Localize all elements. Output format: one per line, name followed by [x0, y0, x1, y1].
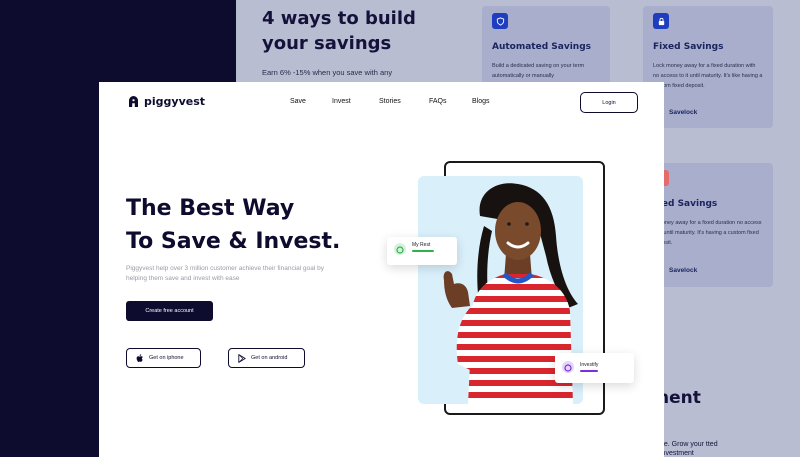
apple-icon [136, 353, 143, 362]
nav-blogs[interactable]: Blogs [472, 98, 490, 105]
navbar: piggyvest Save Invest Stories FAQs Blogs… [99, 82, 664, 122]
login-button[interactable]: Login [580, 92, 638, 113]
bg-card-title: Fixed Savings [653, 42, 724, 52]
my-rest-card: My Rest [387, 237, 457, 265]
brand-name: piggyvest [144, 95, 205, 108]
bg-card-text: Lock money away for a fixed duration wit… [653, 63, 763, 89]
hero-title-line2: To Save & Invest. [126, 229, 341, 254]
rest-icon [394, 243, 406, 255]
nav-invest[interactable]: Invest [332, 98, 351, 105]
my-rest-progress [412, 250, 434, 252]
bg-partial-text: ge. Grow your tted investment [660, 441, 718, 457]
play-store-icon [238, 353, 246, 363]
bg-card-link[interactable]: Savelock [669, 267, 697, 274]
hero-title: The Best Way To Save & Invest. [126, 192, 356, 258]
nav-stories[interactable]: Stories [379, 98, 401, 105]
ios-store-button[interactable]: Get on iphone [126, 348, 201, 368]
bg-card-text: k money away for a fixed duration no acc… [653, 220, 762, 246]
bg-card-title: Automated Savings [492, 42, 592, 52]
investify-progress [580, 370, 598, 372]
investify-card: Investify [555, 353, 634, 383]
nav-save[interactable]: Save [290, 98, 306, 105]
create-account-button[interactable]: Create free account [126, 301, 213, 321]
shield-icon [492, 13, 508, 29]
my-rest-label: My Rest [412, 242, 431, 248]
ios-store-label: Get on iphone [149, 355, 184, 361]
hero-title-line1: The Best Way [126, 196, 295, 221]
investify-label: Investify [580, 362, 599, 368]
android-store-button[interactable]: Get on android [228, 348, 305, 368]
bg-heading: 4 ways to build your savings [262, 8, 416, 54]
invest-icon [562, 361, 574, 373]
bg-card-link[interactable]: Savelock [669, 109, 697, 116]
landing-page: piggyvest Save Invest Stories FAQs Blogs… [99, 82, 664, 457]
nav-faqs[interactable]: FAQs [429, 98, 447, 105]
android-store-label: Get on android [251, 355, 288, 361]
hero-description: Piggyvest help over 3 million customer a… [126, 265, 324, 282]
lock-icon [653, 13, 669, 29]
bg-subtext: Earn 6% -15% when you save with any [262, 68, 393, 77]
brand-logo[interactable]: piggyvest [127, 95, 205, 108]
bg-card-text: Build a dedicated saving on your term au… [492, 63, 585, 79]
piggy-logo-icon [129, 96, 138, 107]
